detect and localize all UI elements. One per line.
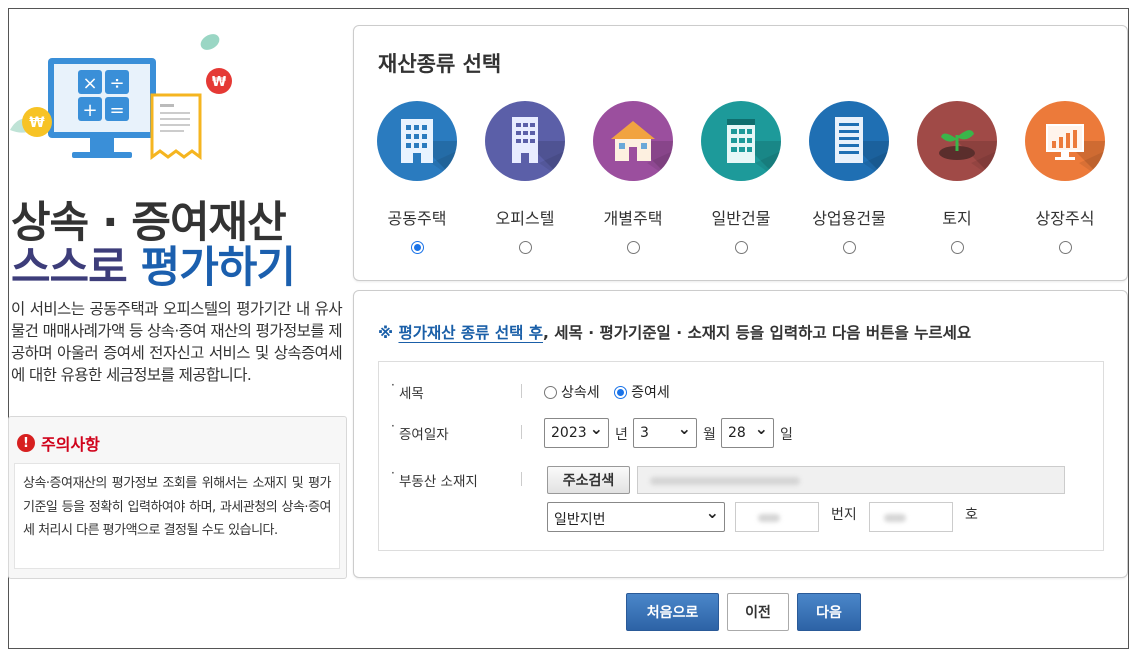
stock-chart-icon[interactable] bbox=[1025, 101, 1105, 181]
asset-option-3[interactable]: 개별주택 bbox=[583, 101, 683, 254]
service-description: 이 서비스는 공동주택과 오피스텔의 평가기간 내 유사물건 매매사례가액 등 … bbox=[11, 300, 343, 384]
calculator-illustration: × ÷ + = ₩ ₩ bbox=[10, 34, 232, 160]
next-button[interactable]: 다음 bbox=[797, 593, 861, 631]
year-select[interactable]: 2023 bbox=[544, 418, 609, 448]
input-form-panel: ※ 평가재산 종류 선택 후, 세목 · 평가기준일 · 소재지 등을 입력하고… bbox=[353, 290, 1128, 578]
asset-radio[interactable] bbox=[1058, 241, 1072, 254]
divider bbox=[521, 472, 522, 486]
asset-label: 토지 bbox=[942, 209, 972, 228]
asset-type-title: 재산종류 선택 bbox=[378, 52, 502, 76]
svg-text:=: = bbox=[109, 100, 124, 121]
gift-radio[interactable] bbox=[614, 386, 628, 399]
svg-text:+: + bbox=[82, 100, 97, 121]
subtitle-part2: 평가하기 bbox=[140, 243, 296, 293]
commercial-building-icon[interactable] bbox=[809, 101, 889, 181]
asset-label: 상업용건물 bbox=[812, 209, 886, 228]
asset-label: 일반건물 bbox=[711, 209, 771, 228]
caution-header: ! 주의사항 bbox=[17, 431, 100, 455]
day-unit: 일 bbox=[780, 427, 793, 443]
asset-label: 상장주식 bbox=[1035, 209, 1095, 228]
month-select[interactable]: 3 bbox=[633, 418, 697, 448]
divider bbox=[521, 425, 522, 439]
year-unit: 년 bbox=[615, 427, 628, 443]
asset-radio[interactable] bbox=[950, 241, 964, 254]
asset-radio[interactable] bbox=[842, 241, 856, 254]
asset-option-4[interactable]: 일반건물 bbox=[691, 101, 791, 254]
svg-text:×: × bbox=[82, 73, 97, 94]
form-box: 세목 상속세 증여세 증여일자 2023 년 3 월 28 일 부동산 소재지 … bbox=[378, 361, 1104, 551]
previous-button[interactable]: 이전 bbox=[727, 593, 789, 631]
address-label: 부동산 소재지 bbox=[391, 466, 478, 490]
asset-radio[interactable] bbox=[626, 241, 640, 254]
lot-type-select[interactable]: 일반지번 bbox=[547, 502, 725, 532]
unit-number-redacted bbox=[884, 514, 906, 522]
caution-box: ! 주의사항 상속·증여재산의 평가정보 조회를 위해서는 소재지 및 평가기준… bbox=[8, 416, 347, 579]
svg-text:÷: ÷ bbox=[109, 73, 124, 94]
caution-title: 주의사항 bbox=[41, 435, 100, 454]
lot-unit: 번지 bbox=[831, 507, 857, 523]
asset-option-5[interactable]: 상업용건물 bbox=[799, 101, 899, 254]
asset-option-2[interactable]: 오피스텔 bbox=[475, 101, 575, 254]
tax-option-inheritance[interactable]: 상속세 bbox=[544, 385, 600, 401]
land-sprout-icon[interactable] bbox=[917, 101, 997, 181]
address-redacted bbox=[650, 477, 800, 485]
warning-icon: ! bbox=[17, 434, 35, 452]
divider bbox=[521, 384, 522, 398]
svg-text:₩: ₩ bbox=[212, 75, 227, 90]
service-subtitle: 스스로 평가하기 bbox=[11, 233, 296, 295]
caution-text: 상속·증여재산의 평가정보 조회를 위해서는 소재지 및 평가기준일 등을 정확… bbox=[14, 463, 340, 569]
notice-highlight: 평가재산 종류 선택 후 bbox=[398, 324, 544, 342]
form-notice: ※ 평가재산 종류 선택 후, 세목 · 평가기준일 · 소재지 등을 입력하고… bbox=[378, 321, 971, 343]
tax-option-gift[interactable]: 증여세 bbox=[614, 385, 670, 401]
apartment-icon[interactable] bbox=[377, 101, 457, 181]
unit-suffix: 호 bbox=[965, 507, 978, 523]
asset-label: 공동주택 bbox=[387, 209, 447, 228]
subtitle-part1: 스스로 bbox=[11, 243, 128, 293]
house-icon[interactable] bbox=[593, 101, 673, 181]
date-label: 증여일자 bbox=[391, 419, 449, 443]
address-input[interactable] bbox=[637, 466, 1065, 494]
lot-number-input[interactable] bbox=[735, 502, 819, 532]
asset-radio[interactable] bbox=[518, 241, 532, 254]
asset-type-panel: 재산종류 선택 공동주택 오피스텔 개별주택 일반건물 상업용건물 토지 상장주식 bbox=[353, 25, 1128, 281]
asset-label: 오피스텔 bbox=[495, 209, 555, 228]
asset-radio[interactable] bbox=[734, 241, 748, 254]
day-select[interactable]: 28 bbox=[721, 418, 774, 448]
tax-type-label: 세목 bbox=[391, 378, 424, 402]
building-icon[interactable] bbox=[701, 101, 781, 181]
asset-option-6[interactable]: 토지 bbox=[907, 101, 1007, 254]
gift-label: 증여세 bbox=[631, 385, 670, 401]
asset-option-1[interactable]: 공동주택 bbox=[367, 101, 467, 254]
svg-text:₩: ₩ bbox=[29, 115, 45, 131]
officetel-icon[interactable] bbox=[485, 101, 565, 181]
inheritance-radio[interactable] bbox=[544, 386, 557, 399]
month-unit: 월 bbox=[703, 427, 716, 443]
asset-radio[interactable] bbox=[410, 241, 424, 254]
asset-option-7[interactable]: 상장주식 bbox=[1015, 101, 1115, 254]
first-page-button[interactable]: 처음으로 bbox=[626, 593, 719, 631]
notice-text: , 세목 · 평가기준일 · 소재지 등을 입력하고 다음 버튼을 누르세요 bbox=[543, 324, 972, 342]
unit-number-input[interactable] bbox=[869, 502, 953, 532]
notice-mark: ※ bbox=[378, 324, 394, 342]
inheritance-label: 상속세 bbox=[561, 385, 600, 401]
address-search-button[interactable]: 주소검색 bbox=[547, 466, 630, 494]
lot-number-redacted bbox=[758, 514, 780, 522]
tax-type-options: 상속세 증여세 bbox=[544, 382, 670, 402]
asset-label: 개별주택 bbox=[603, 209, 663, 228]
